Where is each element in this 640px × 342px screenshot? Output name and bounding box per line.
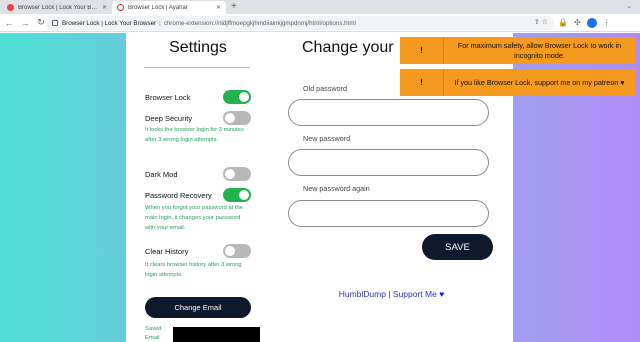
toggle-knob — [225, 246, 235, 256]
forward-button[interactable]: → — [18, 18, 32, 28]
close-tab-icon[interactable]: ✕ — [102, 4, 107, 11]
tab-title: Browser Lock | Lock Your Browser — [18, 4, 99, 11]
tab-ayarlar[interactable]: Browser Lock | Ayarlar ✕ — [112, 1, 226, 14]
heart-icon: ♥ — [439, 289, 445, 299]
password-recovery-toggle[interactable] — [223, 188, 251, 202]
tab-search-icon[interactable]: ⌄ — [626, 1, 632, 13]
browser-toolbar: ← → ↻ Browser Lock | Lock Your Browser |… — [0, 14, 640, 32]
tab-bar: Browser Lock | Lock Your Browser ✕ Brows… — [0, 0, 640, 14]
new-password-label: New password — [303, 134, 351, 143]
extension-area: 🔒 ✣ ⋮ — [558, 17, 611, 29]
old-password-input[interactable] — [288, 99, 489, 126]
setting-password-recovery: Password Recovery — [145, 188, 251, 202]
settings-title: Settings — [169, 39, 227, 56]
support-text: HumblDump | Support Me — [338, 289, 437, 299]
url-text: chrome-extension://nldjffmoepgkjhmdiiain… — [163, 19, 356, 27]
share-icon[interactable]: ⇪ ☆ — [534, 16, 548, 30]
toast-message: If you like Browser Lock, support me on … — [454, 77, 625, 87]
toggle-knob — [225, 113, 235, 123]
profile-avatar[interactable] — [586, 18, 597, 28]
incognito-toast[interactable]: ! For maximum safety, allow Browser Lock… — [400, 37, 635, 64]
redacted-email — [173, 327, 260, 342]
address-bar[interactable]: Browser Lock | Lock Your Browser | chrom… — [46, 16, 554, 30]
saved-email-label: Saved Email — [145, 326, 162, 341]
setting-label: Password Recovery — [145, 190, 212, 200]
toggle-knob — [239, 92, 249, 102]
site-name: Browser Lock | Lock Your Browser — [62, 19, 157, 27]
patreon-toast[interactable]: ! If you like Browser Lock, support me o… — [400, 69, 635, 96]
warning-icon: ! — [400, 69, 444, 96]
divider — [144, 67, 250, 68]
old-password-label: Old password — [303, 84, 347, 93]
back-button[interactable]: ← — [2, 18, 16, 28]
new-password-again-label: New password again — [303, 184, 370, 193]
menu-icon[interactable]: ⋮ — [603, 17, 611, 29]
tab-title: Browser Lock | Ayarlar — [128, 4, 188, 11]
setting-deep-security: Deep Security — [145, 111, 251, 125]
tab-browser-lock[interactable]: Browser Lock | Lock Your Browser ✕ — [2, 1, 112, 14]
dark-mod-toggle[interactable] — [223, 167, 251, 181]
setting-label: Deep Security — [145, 113, 193, 123]
setting-clear-history: Clear History — [145, 244, 251, 258]
clear-history-hint: It clears browser history after 3 wrong … — [145, 262, 242, 278]
support-link[interactable]: HumblDump | Support Me ♥ — [270, 289, 513, 299]
deep-security-hint: It locks the browser login for 3 minutes… — [145, 127, 244, 143]
toggle-knob — [239, 190, 249, 200]
browser-lock-favicon-icon — [117, 4, 124, 11]
change-password-title: Change your — [302, 39, 394, 56]
setting-label: Dark Mod — [145, 169, 178, 179]
setting-dark-mod: Dark Mod — [145, 167, 251, 181]
new-tab-button[interactable]: + — [231, 1, 237, 13]
browser-lock-extension-icon[interactable]: 🔒 — [558, 17, 568, 29]
toggle-knob — [225, 169, 235, 179]
extension-icon — [52, 20, 58, 26]
password-recovery-hint: When you forgot your password at the mai… — [145, 205, 243, 231]
setting-browser-lock: Browser Lock — [145, 90, 251, 104]
browser-lock-toggle[interactable] — [223, 90, 251, 104]
setting-label: Clear History — [145, 246, 189, 256]
deep-security-toggle[interactable] — [223, 111, 251, 125]
save-button[interactable]: SAVE — [422, 234, 493, 260]
close-tab-icon[interactable]: ✕ — [216, 4, 221, 11]
browser-lock-favicon-icon — [7, 4, 14, 11]
setting-label: Browser Lock — [145, 92, 191, 102]
url-separator: | — [159, 19, 161, 27]
change-email-button[interactable]: Change Email — [145, 297, 251, 318]
clear-history-toggle[interactable] — [223, 244, 251, 258]
options-page: Settings Browser Lock Deep Security It l… — [0, 33, 640, 342]
new-password-again-input[interactable] — [288, 200, 489, 227]
settings-panel: Settings Browser Lock Deep Security It l… — [126, 33, 270, 342]
puzzle-icon[interactable]: ✣ — [574, 17, 581, 29]
toast-message: For maximum safety, allow Browser Lock t… — [457, 40, 622, 60]
warning-icon: ! — [400, 37, 444, 64]
new-password-input[interactable] — [288, 149, 489, 176]
